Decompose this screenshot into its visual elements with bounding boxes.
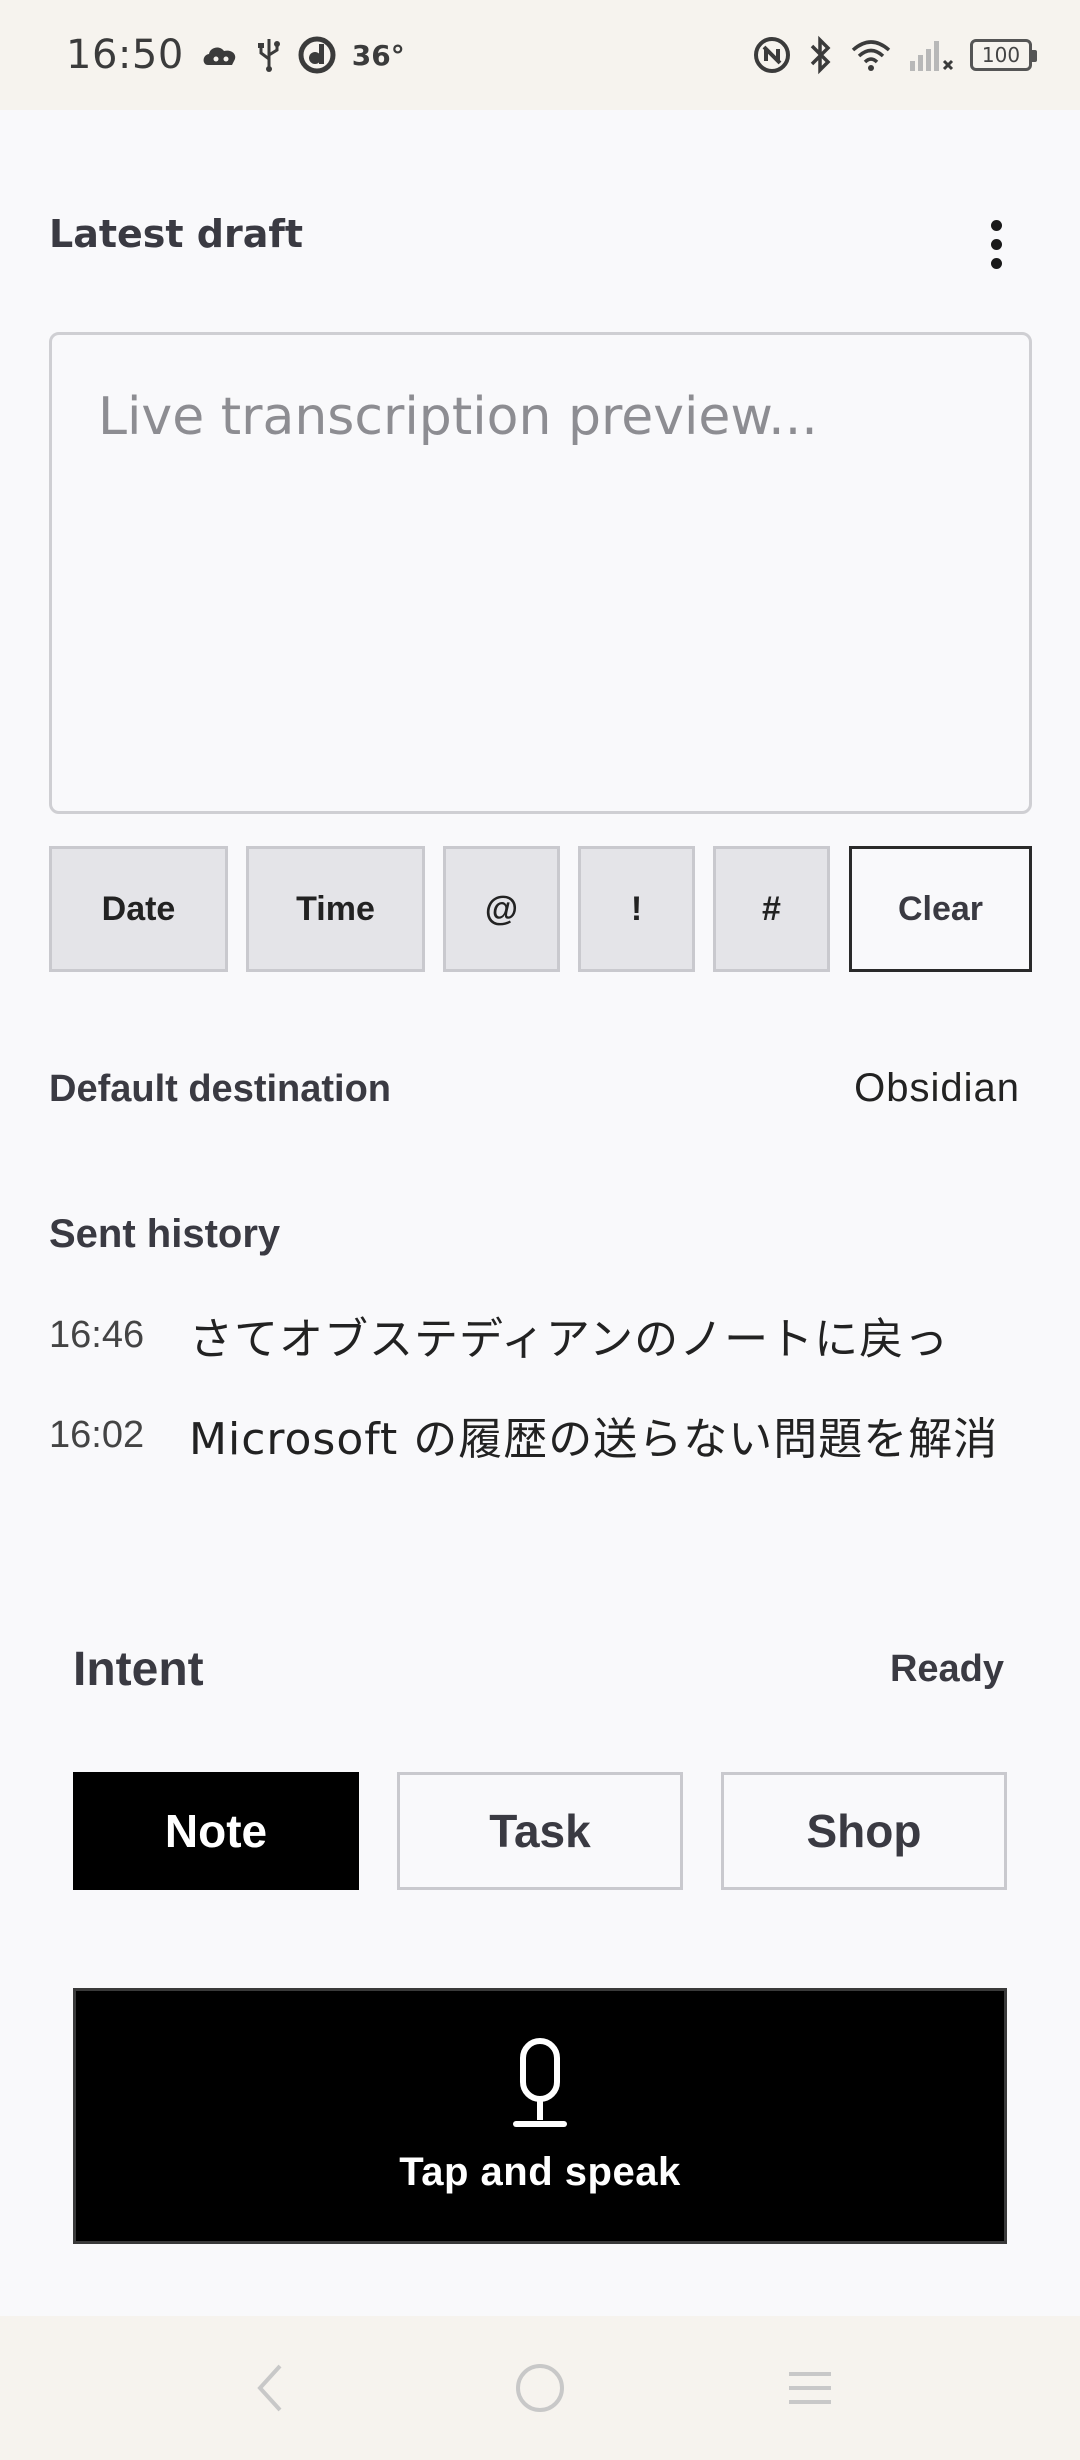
status-right: 100: [752, 35, 1037, 75]
history-item[interactable]: 16:02 Microsoft の履歴の送らない問題を解消: [49, 1400, 1039, 1470]
recents-icon[interactable]: [774, 2352, 846, 2424]
more-options-button[interactable]: [972, 212, 1020, 276]
status-time: 16:50: [66, 32, 184, 78]
intent-shop-button[interactable]: Shop: [721, 1772, 1007, 1890]
default-destination-value[interactable]: Obsidian: [854, 1066, 1020, 1111]
status-bar: 16:50 36° 100: [0, 0, 1080, 110]
history-item-text: Microsoft の履歴の送らない問題を解消: [189, 1414, 999, 1465]
page-title: Latest draft: [49, 212, 304, 256]
signal-icon: [908, 37, 954, 73]
tap-and-speak-label: Tap and speak: [399, 2149, 681, 2194]
more-vertical-icon: [990, 219, 1002, 231]
history-item-time: 16:02: [49, 1413, 145, 1456]
clear-button[interactable]: Clear: [849, 846, 1032, 972]
transcription-preview-field[interactable]: Live transcription preview...: [49, 332, 1032, 814]
transcription-placeholder: Live transcription preview...: [98, 387, 818, 447]
status-temperature: 36°: [351, 38, 405, 72]
history-item[interactable]: 16:46 さてオブステディアンのノートに戻っ: [49, 1300, 1039, 1370]
insert-date-button[interactable]: Date: [49, 846, 228, 972]
back-icon[interactable]: [234, 2352, 306, 2424]
home-icon[interactable]: [504, 2352, 576, 2424]
battery-icon: 100: [970, 39, 1037, 71]
intent-status: Ready: [889, 1648, 1004, 1690]
battery-level: 100: [981, 43, 1021, 67]
insert-exclamation-button[interactable]: !: [578, 846, 695, 972]
history-item-text: さてオブステディアンのノートに戻っ: [189, 1314, 950, 1365]
cloud-game-icon: [200, 39, 240, 71]
more-vertical-icon-dot: [990, 257, 1002, 269]
insert-hash-button[interactable]: #: [713, 846, 830, 972]
more-vertical-icon-dot: [990, 238, 1002, 250]
d-app-icon: [298, 36, 336, 74]
intent-note-button[interactable]: Note: [73, 1772, 359, 1890]
intent-task-button[interactable]: Task: [397, 1772, 683, 1890]
insert-time-button[interactable]: Time: [246, 846, 425, 972]
history-item-time: 16:46: [49, 1313, 145, 1356]
microphone-icon: [510, 2037, 570, 2134]
navigation-bar: [0, 2316, 1080, 2460]
nfc-icon: [752, 35, 792, 75]
wifi-icon: [850, 38, 892, 72]
insert-at-button[interactable]: @: [443, 846, 560, 972]
usb-icon: [256, 37, 282, 73]
bluetooth-icon: [808, 35, 834, 75]
status-left: 16:50 36°: [66, 32, 405, 78]
intent-title: Intent: [73, 1643, 204, 1696]
sent-history-title: Sent history: [49, 1212, 281, 1256]
tap-and-speak-button[interactable]: Tap and speak: [73, 1988, 1007, 2244]
default-destination-label: Default destination: [49, 1068, 392, 1110]
